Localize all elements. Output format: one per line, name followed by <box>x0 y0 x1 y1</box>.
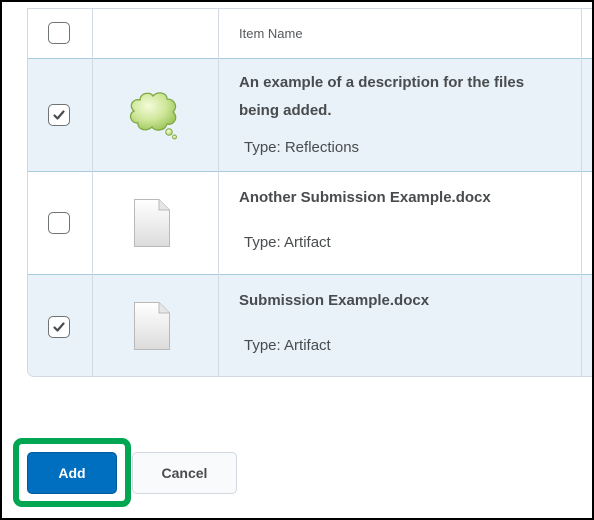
column-divider <box>92 9 93 376</box>
item-title[interactable]: An example of a description for the file… <box>239 69 569 125</box>
document-icon <box>133 301 171 356</box>
item-title-line1: Submission Example.docx <box>239 292 430 309</box>
table-row: Submission Example.docx Type: Artifact <box>28 274 593 376</box>
item-title[interactable]: Submission Example.docx <box>239 287 569 315</box>
item-title-line2: being added. <box>239 102 332 119</box>
checkmark-icon <box>53 110 65 120</box>
cancel-button[interactable]: Cancel <box>132 452 237 494</box>
item-title-line1: An example of a description for the file… <box>239 74 525 91</box>
table-header-row: Item Name <box>28 9 593 58</box>
select-all-checkbox[interactable] <box>48 22 70 44</box>
item-title-line1: Another Submission Example.docx <box>239 189 491 206</box>
items-table: Item Name An example of a description fo… <box>27 8 593 377</box>
checkmark-icon <box>53 322 65 332</box>
item-type: Type: Artifact <box>244 234 331 251</box>
table-row: An example of a description for the file… <box>28 58 593 171</box>
row-checkbox[interactable] <box>48 104 70 126</box>
thought-bubble-icon <box>126 90 180 145</box>
add-button[interactable]: Add <box>27 452 117 494</box>
column-header-item-name[interactable]: Item Name <box>239 26 303 41</box>
column-divider <box>218 9 219 376</box>
document-icon <box>133 198 171 253</box>
row-checkbox[interactable] <box>48 212 70 234</box>
item-type: Type: Artifact <box>244 337 331 354</box>
table-row: Another Submission Example.docx Type: Ar… <box>28 171 593 274</box>
item-title[interactable]: Another Submission Example.docx <box>239 184 569 212</box>
row-checkbox[interactable] <box>48 316 70 338</box>
item-type: Type: Reflections <box>244 139 360 156</box>
column-divider <box>581 9 582 376</box>
